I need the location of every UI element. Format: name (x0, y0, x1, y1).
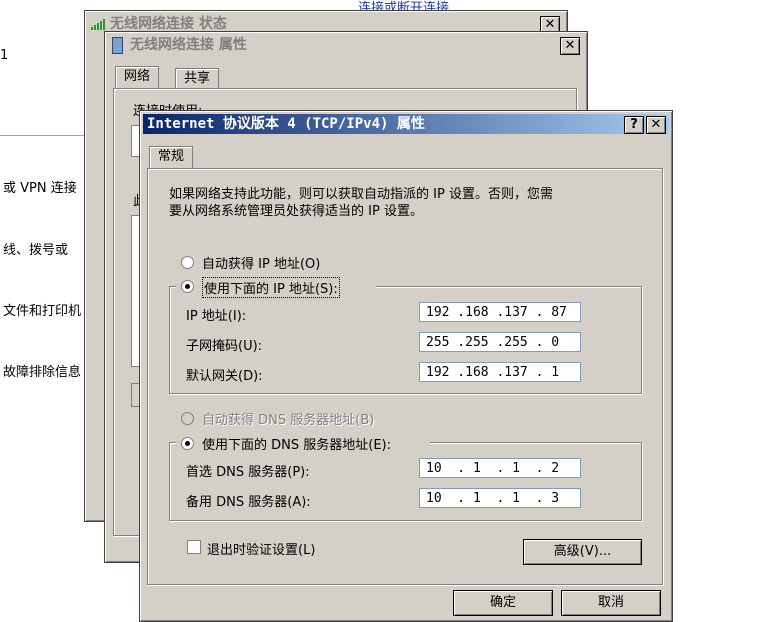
bg-text-troubleshoot: 故障排除信息 (3, 365, 82, 380)
alternate-dns-label: 备用 DNS 服务器(A): (186, 495, 311, 510)
tab-general[interactable]: 常规 (149, 146, 194, 170)
intro-text-line2: 要从网络系统管理员处获得适当的 IP 设置。 (169, 204, 423, 219)
auto-dns-radio[interactable] (181, 412, 194, 425)
auto-ip-radio[interactable] (181, 256, 194, 269)
ip-address-label: IP 地址(I): (186, 309, 247, 324)
tab-sharing[interactable]: 共享 (175, 68, 220, 89)
manual-ip-label[interactable]: 使用下面的 IP 地址(S): (202, 277, 340, 298)
properties-close-button[interactable]: ✕ (560, 37, 580, 55)
bg-text-dialup: 线、拨号或 (3, 243, 69, 258)
tab-sharing-label: 共享 (184, 71, 211, 86)
ok-button[interactable]: 确定 (453, 590, 553, 616)
gateway-label: 默认网关(D): (186, 369, 263, 384)
auto-ip-label[interactable]: 自动获得 IP 地址(O) (202, 253, 320, 272)
bg-text-printer: 文件和打印机 (3, 304, 82, 319)
validate-label[interactable]: 退出时验证设置(L) (207, 539, 315, 558)
advanced-button[interactable]: 高级(V)... (523, 539, 642, 565)
properties-window-titlebar: 无线网络连接 属性 (108, 35, 584, 55)
tab-network-label: 网络 (124, 69, 151, 84)
status-window-title: 无线网络连接 状态 (110, 16, 227, 32)
bg-text-char: 1 (0, 48, 9, 63)
tcpip-dialog: Internet 协议版本 4 (TCP/IPv4) 属性 ? ✕ 常规 如果网… (139, 110, 673, 622)
help-button[interactable]: ? (624, 116, 644, 134)
bg-divider (0, 135, 84, 136)
tab-network[interactable]: 网络 (115, 66, 160, 89)
tcpip-close-button[interactable]: ✕ (646, 116, 666, 134)
network-adapter-icon (112, 37, 123, 54)
cancel-button[interactable]: 取消 (561, 590, 661, 616)
manual-ip-radio[interactable] (181, 280, 194, 293)
alternate-dns-field[interactable]: 10 . 1 . 1 . 3 (419, 488, 581, 508)
auto-dns-label[interactable]: 自动获得 DNS 服务器地址(B) (202, 409, 374, 428)
manual-dns-radio[interactable] (181, 437, 194, 450)
subnet-mask-label: 子网掩码(U): (186, 339, 263, 354)
properties-window-title: 无线网络连接 属性 (130, 37, 247, 53)
manual-dns-label[interactable]: 使用下面的 DNS 服务器地址(E): (202, 434, 391, 453)
bg-text-vpn: 或 VPN 连接 (3, 181, 77, 196)
ip-address-field[interactable]: 192 .168 .137 . 87 (419, 302, 581, 322)
validate-checkbox[interactable] (187, 540, 201, 554)
tcpip-titlebar: Internet 协议版本 4 (TCP/IPv4) 属性 (143, 114, 669, 134)
tab-general-label: 常规 (158, 149, 185, 164)
preferred-dns-label: 首选 DNS 服务器(P): (186, 465, 310, 480)
subnet-mask-field[interactable]: 255 .255 .255 . 0 (419, 332, 581, 352)
preferred-dns-field[interactable]: 10 . 1 . 1 . 2 (419, 458, 581, 478)
tcpip-title: Internet 协议版本 4 (TCP/IPv4) 属性 (147, 116, 425, 132)
gateway-field[interactable]: 192 .168 .137 . 1 (419, 362, 581, 382)
